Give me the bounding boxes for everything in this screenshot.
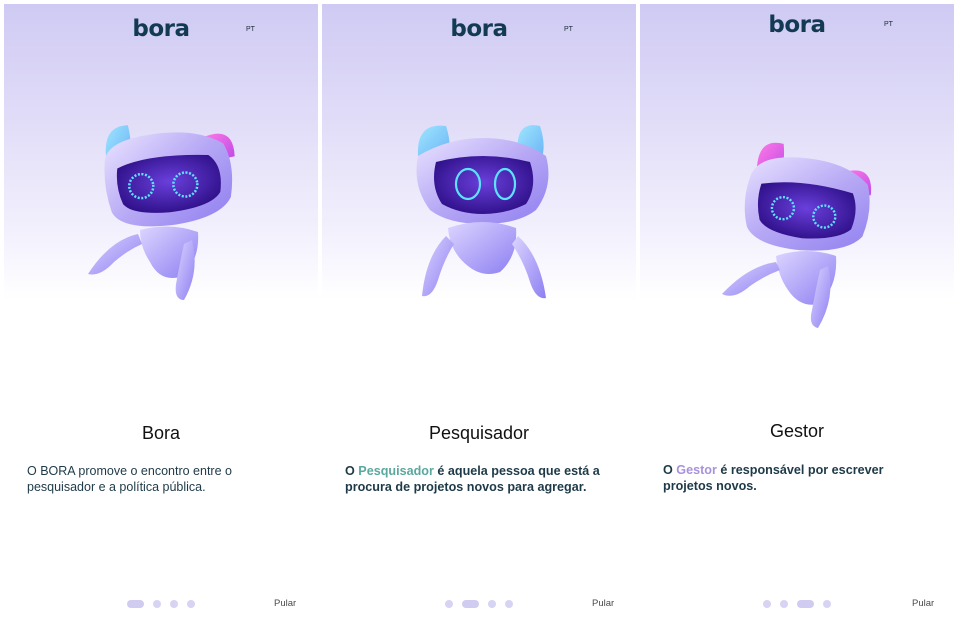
description-highlight: Pesquisador — [358, 464, 434, 478]
skip-button[interactable]: Pular — [274, 598, 296, 609]
skip-button[interactable]: Pular — [592, 598, 614, 609]
pagination-dot-4[interactable] — [505, 600, 513, 608]
bora-logo: bora — [450, 16, 508, 42]
page-title: Pesquisador — [428, 423, 530, 443]
page-description: O Pesquisador é aquela pessoa que está a… — [345, 463, 617, 495]
robot-mascot-icon — [722, 142, 872, 328]
pagination-dots — [127, 600, 199, 608]
pagination-dot-4[interactable] — [823, 600, 831, 608]
pagination-dot-3[interactable] — [170, 600, 178, 608]
page-title: Gestor — [769, 421, 825, 441]
page-description: O Gestor é responsável por escrever proj… — [663, 462, 935, 494]
pagination-dot-1[interactable] — [127, 600, 144, 608]
pagination-dot-3[interactable] — [797, 600, 814, 608]
pagination-dot-2[interactable] — [780, 600, 788, 608]
pagination-dots — [763, 600, 835, 608]
pagination-dot-2[interactable] — [153, 600, 161, 608]
description-highlight: Gestor — [676, 463, 717, 477]
language-selector[interactable]: PT — [884, 21, 893, 28]
pagination-dots — [445, 600, 517, 608]
description-prefix: O — [663, 463, 677, 477]
page-description: O BORA promove o encontro entre o pesqui… — [27, 464, 232, 494]
pagination-dot-3[interactable] — [488, 600, 496, 608]
bora-logo: bora — [132, 16, 190, 42]
onboarding-screen-bora: bora PT Bora O BORA promove o encontro e… — [4, 4, 318, 636]
pagination-dot-2[interactable] — [462, 600, 479, 608]
language-selector[interactable]: PT — [564, 26, 573, 33]
pagination-dot-4[interactable] — [187, 600, 195, 608]
robot-mascot-icon — [416, 125, 549, 299]
page-title: Bora — [141, 423, 181, 443]
language-selector[interactable]: PT — [246, 26, 255, 33]
onboarding-screen-gestor: bora PT Gestor O Gestor é responsável po… — [640, 4, 954, 636]
pagination-dot-1[interactable] — [445, 600, 453, 608]
bora-logo: bora — [768, 12, 826, 38]
skip-button[interactable]: Pular — [912, 598, 934, 609]
onboarding-screen-pesquisador: bora PT Pesquisador O Pesquisador é aque… — [322, 4, 636, 636]
robot-mascot-icon — [88, 125, 235, 300]
description-prefix: O — [345, 464, 359, 478]
pagination-dot-1[interactable] — [763, 600, 771, 608]
